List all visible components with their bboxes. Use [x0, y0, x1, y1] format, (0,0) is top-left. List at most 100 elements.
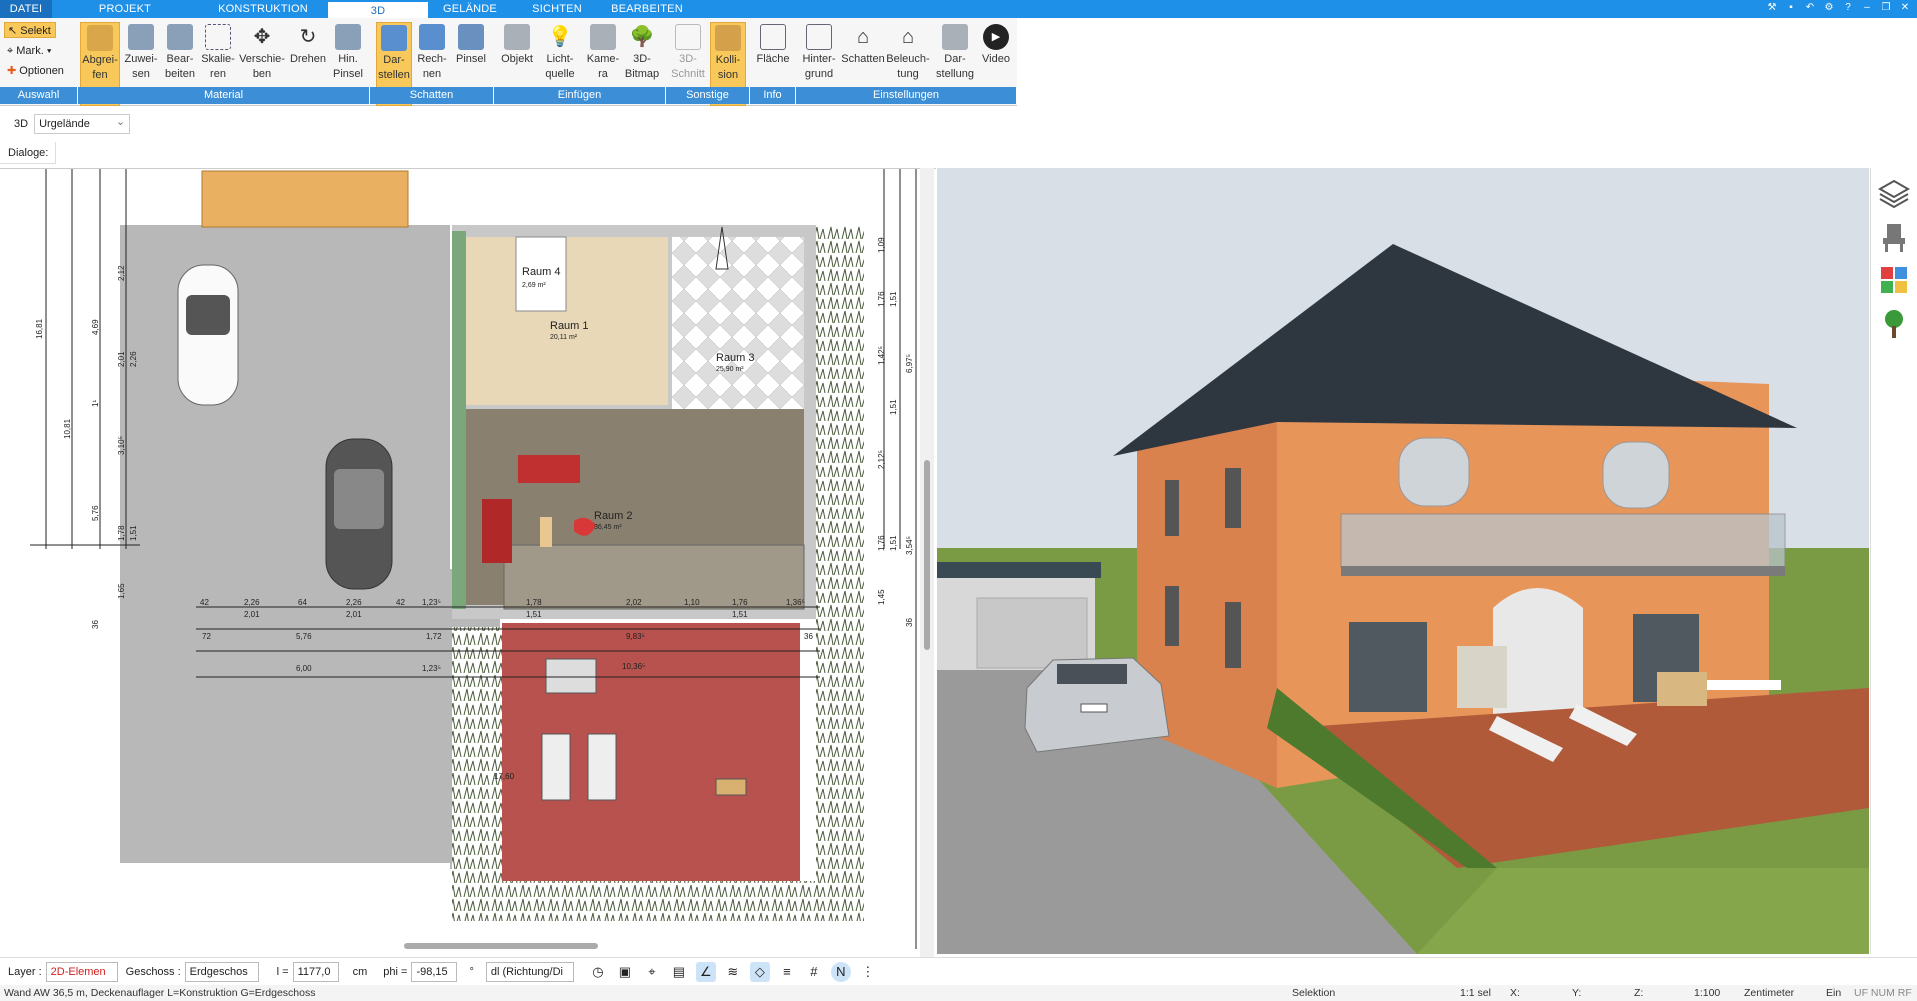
btn-l1: Objekt: [501, 53, 533, 65]
plane-snap-icon[interactable]: ◇: [749, 961, 770, 982]
btn-l1: Fläche: [756, 53, 790, 65]
snap-icon[interactable]: ⌖: [642, 962, 662, 982]
layers-icon[interactable]: [1877, 177, 1911, 211]
3d-scene[interactable]: [937, 168, 1869, 954]
btn-l2: sion: [717, 69, 739, 81]
group-auswahl: Auswahl: [0, 87, 78, 104]
dim-label: 1¹: [91, 400, 100, 407]
room-3-name: Raum 3: [716, 352, 755, 364]
chair-catalog-icon[interactable]: [1877, 220, 1911, 254]
btn-l2: sen: [132, 68, 150, 80]
dim-label: 6,97⁵: [905, 354, 914, 373]
dim-label: 1,51: [129, 525, 138, 541]
geschoss-field: Geschoss : Erdgeschos: [126, 961, 259, 982]
layer-toggle-icon[interactable]: ≡: [777, 962, 797, 982]
view-mode-label: 3D: [14, 118, 29, 130]
room-1-area: 20,11 m²: [550, 334, 578, 341]
tools-icon[interactable]: ⚒: [1764, 1, 1780, 15]
wall-snap-icon[interactable]: ≋: [723, 962, 743, 982]
mark-icon: ⌖: [7, 45, 14, 57]
floor-plan-canvas[interactable]: Raum 4 2,69 m² Raum 1 20,11 m² Raum 3 25…: [0, 169, 936, 950]
tab-konstruktion[interactable]: KONSTRUKTION: [198, 0, 328, 18]
tab-projekt[interactable]: PROJEKT: [52, 0, 198, 18]
undo-icon[interactable]: ↶: [1802, 1, 1818, 15]
window-side-4: [1225, 602, 1241, 668]
btn-l1: Dar-: [944, 53, 966, 65]
btn-l2: fen: [92, 69, 108, 81]
north-icon[interactable]: N: [830, 961, 851, 982]
material-palette-icon[interactable]: [1877, 263, 1911, 297]
save-icon[interactable]: ▪: [1783, 1, 1799, 15]
layer-select[interactable]: 2D-Elemen: [45, 961, 118, 982]
floor-plan-view[interactable]: Raum 4 2,69 m² Raum 1 20,11 m² Raum 3 25…: [0, 168, 936, 950]
tab-3d[interactable]: 3D: [328, 0, 428, 18]
selekt-button[interactable]: ↖ Selekt: [4, 22, 56, 38]
tab-sichten[interactable]: SICHTEN: [512, 0, 602, 18]
phi-input[interactable]: -98,15: [411, 961, 458, 982]
status-scale: 1:100: [1694, 987, 1721, 999]
window-side-2: [1225, 468, 1241, 528]
armchair: [482, 499, 512, 563]
balcony-railing: [1340, 513, 1786, 569]
angle-snap-icon[interactable]: ∠: [695, 961, 716, 982]
beach-chair-3d: [1457, 646, 1507, 708]
plan-vertical-scroll-thumb[interactable]: [924, 460, 930, 650]
restore-icon[interactable]: ❐: [1878, 1, 1894, 15]
hedge-left: [452, 627, 502, 897]
dim-label: 1,51: [889, 535, 898, 551]
dim-label: 1,45: [877, 589, 886, 605]
btn-l1: Beleuch-: [886, 53, 930, 65]
btn-l1: Kame-: [586, 53, 620, 65]
tab-bearbeiten[interactable]: BEARBEITEN: [602, 0, 692, 18]
length-input[interactable]: 1177,0: [292, 961, 339, 982]
btn-l1: Bear-: [166, 53, 194, 65]
close-icon[interactable]: ✕: [1897, 1, 1913, 15]
help-icon[interactable]: ?: [1840, 1, 1856, 15]
3d-view[interactable]: [937, 168, 1869, 954]
tab-datei[interactable]: DATEI: [0, 0, 52, 18]
cube-icon: [381, 25, 407, 51]
tab-gelaende[interactable]: GELÄNDE: [428, 0, 512, 18]
btn-l2: ren: [210, 68, 226, 80]
group-info: Info: [750, 87, 796, 104]
btn-l1: Pinsel: [456, 53, 486, 65]
dim-label: 2,12⁵: [877, 450, 886, 469]
ground-window-1: [1349, 622, 1427, 712]
btn-l2: ra: [598, 68, 608, 80]
terrain-dropdown[interactable]: Urgelände: [34, 113, 131, 134]
settings-icon[interactable]: ⚙: [1821, 1, 1837, 15]
geschoss-select[interactable]: Erdgeschos: [184, 961, 259, 982]
btn-l1: Drehen: [289, 53, 327, 65]
dim-label: 17,60: [494, 772, 515, 781]
dim-label: 4,69: [91, 319, 100, 335]
mark-button[interactable]: ⌖ Mark. ▾: [4, 43, 54, 59]
dialoge-label: Dialoge:: [0, 142, 56, 164]
optionen-label: Optionen: [19, 65, 64, 77]
grid-icon[interactable]: #: [804, 962, 824, 982]
dim-label: 2,01: [117, 351, 126, 367]
plan-horizontal-scroll-thumb[interactable]: [404, 943, 598, 949]
optionen-button[interactable]: ✚ Optionen: [4, 63, 67, 79]
dl-select[interactable]: dl (Richtung/Di: [485, 961, 574, 982]
dim-label: 1,51: [526, 610, 542, 619]
more-icon[interactable]: ⋮: [858, 962, 878, 982]
dim-label: 1,10: [684, 598, 700, 607]
screen-icon[interactable]: ▣: [615, 962, 635, 982]
status-mode: Selektion: [1292, 987, 1336, 999]
minimize-icon[interactable]: –: [1859, 1, 1875, 15]
status-unit: Zentimeter: [1744, 987, 1795, 999]
clock-icon[interactable]: ◷: [588, 962, 608, 982]
tree-catalog-icon[interactable]: [1877, 306, 1911, 340]
print-icon[interactable]: ▤: [669, 962, 689, 982]
monitor-icon: [942, 24, 968, 50]
btn-l2: beiten: [165, 68, 195, 80]
dim-label: 5,76: [91, 505, 100, 521]
layer-field: Layer : 2D-Elemen: [8, 961, 118, 982]
section-icon: [675, 24, 701, 50]
lounger-1: [541, 733, 571, 801]
status-flags: UF NUM RF: [1854, 987, 1912, 999]
selekt-label: Selekt: [20, 25, 51, 37]
balcony-slab: [1341, 566, 1785, 576]
area-icon: [760, 24, 786, 50]
status-y: Y:: [1572, 987, 1582, 999]
